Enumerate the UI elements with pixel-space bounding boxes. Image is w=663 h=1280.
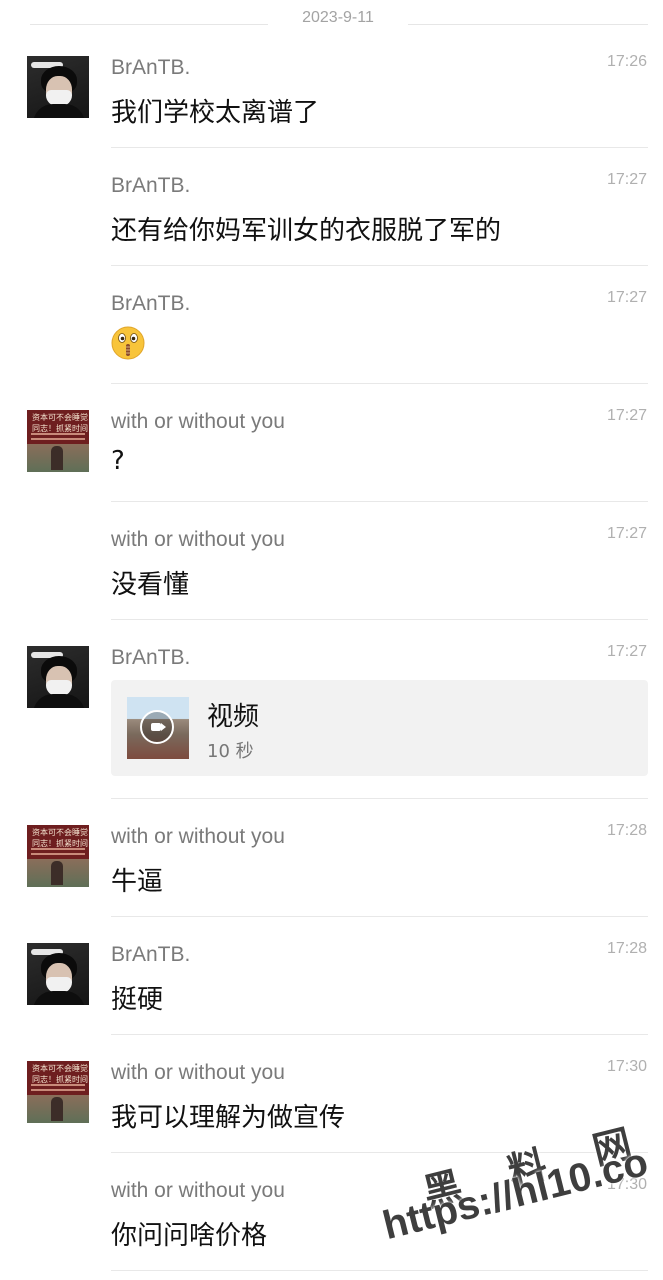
message-separator — [111, 1034, 648, 1035]
message-time: 17:27 — [606, 171, 647, 188]
avatar-with-or-without-you[interactable]: 资本可不会睡觉 同志！抓紧时间 — [27, 410, 89, 472]
message-separator — [111, 265, 648, 266]
message-separator — [111, 916, 648, 917]
message-time: 17:28 — [606, 822, 647, 839]
divider-line-left — [30, 24, 268, 25]
message-time: 17:27 — [606, 643, 647, 660]
message-separator — [111, 501, 648, 502]
avatar-with-or-without-you[interactable]: 资本可不会睡觉 同志！抓紧时间 — [27, 825, 89, 887]
video-duration: 10 秒 — [207, 741, 254, 762]
sender-name: with or without you — [111, 1179, 285, 1202]
message-text[interactable]: 我们学校太离谱了 — [111, 92, 319, 129]
zipper-mouth-face-icon[interactable] — [111, 326, 145, 360]
message-separator — [111, 1270, 648, 1271]
video-camera-icon — [151, 723, 161, 731]
divider-line-right — [408, 24, 648, 25]
message-time: 17:27 — [606, 407, 647, 424]
message-text[interactable]: 挺硬 — [111, 979, 163, 1016]
message-separator — [111, 798, 648, 799]
message-separator — [111, 383, 648, 384]
message-text[interactable]: ? — [111, 446, 125, 476]
avatar-brantb[interactable] — [27, 56, 89, 118]
video-thumbnail[interactable] — [127, 697, 189, 759]
message-text[interactable]: 没看懂 — [111, 564, 189, 601]
sender-name: BrAnTB. — [111, 943, 191, 966]
sender-name: BrAnTB. — [111, 56, 191, 79]
avatar-brantb[interactable] — [27, 646, 89, 708]
video-play-icon — [140, 710, 174, 744]
sender-name: BrAnTB. — [111, 174, 191, 197]
sender-name: BrAnTB. — [111, 646, 191, 669]
message-time: 17:27 — [606, 289, 647, 306]
message-time: 17:28 — [606, 940, 647, 957]
avatar-with-or-without-you[interactable]: 资本可不会睡觉 同志！抓紧时间 — [27, 1061, 89, 1123]
date-divider: 2023-9-11 — [0, 6, 663, 32]
message-separator — [111, 147, 648, 148]
sender-name: BrAnTB. — [111, 292, 191, 315]
sender-name: with or without you — [111, 410, 285, 433]
video-message-card[interactable]: 视频 10 秒 — [111, 680, 648, 776]
message-text[interactable]: 牛逼 — [111, 861, 163, 898]
message-time: 17:26 — [606, 53, 647, 70]
video-title: 视频 — [207, 702, 260, 732]
date-label: 2023-9-11 — [302, 9, 374, 26]
message-text[interactable]: 你问问啥价格 — [111, 1215, 267, 1252]
message-text[interactable]: 我可以理解为做宣传 — [111, 1097, 345, 1134]
sender-name: with or without you — [111, 1061, 285, 1084]
message-text[interactable]: 还有给你妈军训女的衣服脱了军的 — [111, 210, 501, 247]
sender-name: with or without you — [111, 528, 285, 551]
message-time: 17:30 — [606, 1058, 647, 1075]
sender-name: with or without you — [111, 825, 285, 848]
message-time: 17:27 — [606, 525, 647, 542]
message-separator — [111, 619, 648, 620]
avatar-brantb[interactable] — [27, 943, 89, 1005]
